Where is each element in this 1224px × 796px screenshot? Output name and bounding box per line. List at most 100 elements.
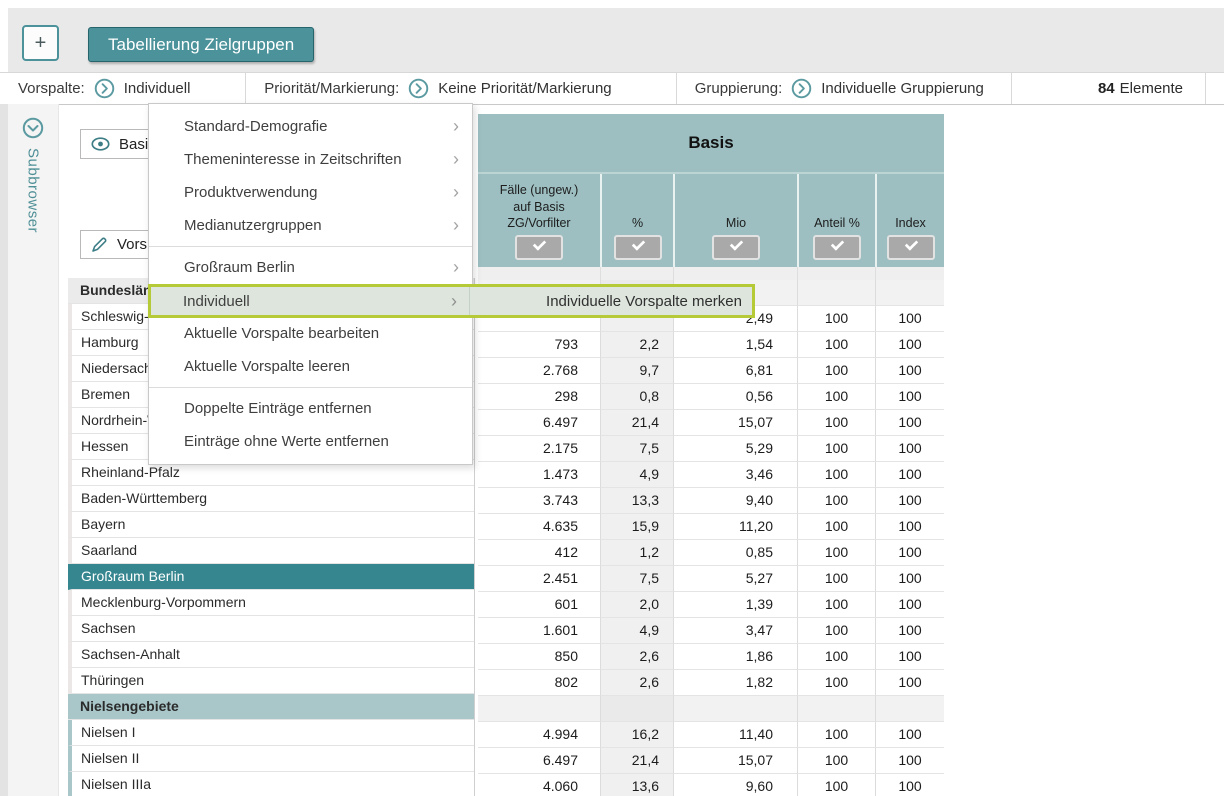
subbrowser-label[interactable]: Subbrowser (25, 148, 42, 233)
column-header: Index (875, 174, 944, 267)
menu-item[interactable]: Themeninteresse in Zeitschriften (149, 143, 472, 176)
menu-item-label: Großraum Berlin (184, 259, 295, 276)
element-count-label: Elemente (1120, 80, 1183, 97)
menu-item[interactable]: Großraum Berlin (149, 251, 472, 284)
submenu-chevron-icon (453, 215, 459, 236)
column-headers: Fälle (ungew.) auf Basis ZG/Vorfilter%Mi… (478, 174, 944, 267)
table-cell: 100 (797, 410, 875, 436)
column-header: Mio (673, 174, 797, 267)
menu-item-label: Doppelte Einträge entfernen (184, 400, 372, 417)
menu-item-label: Themeninteresse in Zeitschriften (184, 151, 402, 168)
table-cell: 21,4 (600, 748, 673, 774)
chevron-circle-icon[interactable] (94, 78, 115, 99)
table-cell (478, 696, 600, 722)
table-cell: 100 (875, 436, 944, 462)
column-options-button[interactable] (614, 235, 662, 260)
column-header-label: Index (895, 215, 926, 231)
menu-item[interactable]: Aktuelle Vorspalte leeren (149, 350, 472, 383)
table-cell: 850 (478, 644, 600, 670)
subbrowser-panel: Subbrowser (8, 104, 59, 796)
toolbar-section-gruppierung: Gruppierung: Individuelle Gruppierung (677, 73, 1012, 104)
table-cell: 0,56 (673, 384, 797, 410)
table-cell: 100 (797, 358, 875, 384)
table-cell: 4,9 (600, 462, 673, 488)
table-cell: 100 (875, 410, 944, 436)
table-row-label[interactable]: Nielsen II (68, 746, 474, 772)
column-options-button[interactable] (813, 235, 861, 260)
gruppierung-label: Gruppierung: (695, 80, 783, 97)
subbrowser-expand-icon[interactable] (22, 117, 44, 139)
add-tab-button[interactable]: + (22, 25, 59, 61)
table-cell (797, 696, 875, 722)
table-cell: 4,9 (600, 618, 673, 644)
element-count: 84 Elemente (1012, 73, 1206, 104)
table-cell: 2,6 (600, 644, 673, 670)
prioritaet-value[interactable]: Keine Priorität/Markierung (438, 80, 611, 97)
table-cell: 2,2 (600, 332, 673, 358)
table-cell: 3,47 (673, 618, 797, 644)
table-cell: 601 (478, 592, 600, 618)
menu-item[interactable]: Doppelte Einträge entfernen (149, 392, 472, 425)
menu-item[interactable]: Einträge ohne Werte entfernen (149, 425, 472, 458)
table-cell: 100 (875, 358, 944, 384)
table-row-label[interactable]: Nielsen I (68, 720, 474, 746)
window-edge (0, 104, 8, 796)
table-row-label[interactable]: Thüringen (68, 668, 474, 694)
column-options-button[interactable] (515, 235, 563, 260)
submenu-chevron-icon (453, 257, 459, 278)
table-cell (875, 280, 944, 306)
table-section-header[interactable]: Nielsengebiete (68, 694, 474, 720)
column-options-button[interactable] (712, 235, 760, 260)
menu-item[interactable]: Medianutzergruppen (149, 209, 472, 242)
table-cell: 802 (478, 670, 600, 696)
app-window: + Tabellierung Zielgruppen Vorspalte: In… (0, 0, 1224, 796)
menu-item[interactable]: Standard-Demografie (149, 110, 472, 143)
table-cell: 4.635 (478, 514, 600, 540)
table-row-label[interactable]: Großraum Berlin (68, 564, 474, 590)
table-cell: 9,7 (600, 358, 673, 384)
submenu-item-individuelle-vorspalte-merken[interactable]: Individuelle Vorspalte merken (470, 287, 752, 315)
tab-tabellierung-zielgruppen[interactable]: Tabellierung Zielgruppen (88, 27, 314, 62)
table-cell: 100 (875, 462, 944, 488)
table-row-label[interactable]: Bayern (68, 512, 474, 538)
table-cell: 3.743 (478, 488, 600, 514)
table-cell: 1,2 (600, 540, 673, 566)
menu-item[interactable]: Produktverwendung (149, 176, 472, 209)
submenu-chevron-icon (453, 182, 459, 203)
gruppierung-value[interactable]: Individuelle Gruppierung (821, 80, 984, 97)
table-cell: 9,40 (673, 488, 797, 514)
column-header-label: % (632, 215, 643, 231)
table-cell: 21,4 (600, 410, 673, 436)
table-cell: 100 (797, 540, 875, 566)
column-options-button[interactable] (887, 235, 935, 260)
vorspalte-label: Vorspalte: (18, 80, 85, 97)
table-row-label[interactable]: Mecklenburg-Vorpommern (68, 590, 474, 616)
pencil-icon (91, 236, 108, 253)
table-row-label[interactable]: Sachsen (68, 616, 474, 642)
menu-highlight-flyout: Individuell Individuelle Vorspalte merke… (148, 284, 755, 318)
submenu-chevron-icon (453, 149, 459, 170)
prioritaet-label: Priorität/Markierung: (264, 80, 399, 97)
chevron-circle-icon[interactable] (791, 78, 812, 99)
table-row-label[interactable]: Baden-Württemberg (68, 486, 474, 512)
menu-item-individuell[interactable]: Individuell (151, 287, 470, 315)
table-cell: 11,20 (673, 514, 797, 540)
table-cell: 100 (875, 618, 944, 644)
menu-item[interactable]: Aktuelle Vorspalte bearbeiten (149, 317, 472, 350)
table-cell: 100 (875, 488, 944, 514)
chevron-circle-icon[interactable] (408, 78, 429, 99)
grid-gap-row (478, 267, 944, 280)
menu-item-label: Produktverwendung (184, 184, 317, 201)
table-cell: 100 (875, 514, 944, 540)
table-cell: 4.060 (478, 774, 600, 796)
table-row-label[interactable]: Saarland (68, 538, 474, 564)
column-header: Anteil % (797, 174, 875, 267)
table-row-label[interactable]: Sachsen-Anhalt (68, 642, 474, 668)
table-cell: 100 (797, 384, 875, 410)
basis-group-header: Basis (478, 114, 944, 174)
table-row-label[interactable]: Nielsen IIIa (68, 772, 474, 796)
table-cell: 100 (797, 618, 875, 644)
vorspalte-value[interactable]: Individuell (124, 80, 191, 97)
menu-divider (149, 246, 472, 247)
table-cell: 100 (797, 488, 875, 514)
